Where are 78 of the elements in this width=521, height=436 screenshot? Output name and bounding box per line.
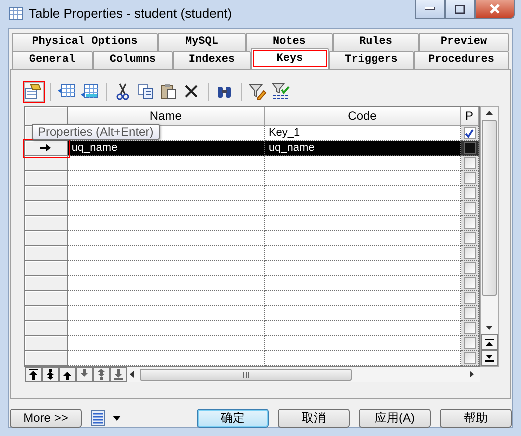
copy-button[interactable] <box>136 82 156 102</box>
tab[interactable]: Indexes <box>173 51 251 69</box>
scroll-to-bottom-icon[interactable] <box>485 354 494 362</box>
table-cell: uq_name <box>264 141 462 156</box>
arrow-icon <box>40 144 52 152</box>
window-title: Table Properties - student (student) <box>29 5 232 23</box>
primary-checkbox[interactable] <box>464 202 476 214</box>
tab[interactable]: General <box>12 51 93 69</box>
table-cell: uq_name <box>68 141 265 156</box>
tab[interactable]: Rules <box>333 33 419 51</box>
tab[interactable]: Physical Options <box>12 33 158 51</box>
dialog-button[interactable]: 确定 <box>197 408 269 428</box>
bottom-arrow-icon <box>113 369 124 380</box>
move-top-button[interactable] <box>25 367 42 382</box>
tooltip: Properties (Alt+Enter) <box>32 124 160 140</box>
scroll-to-top-icon[interactable] <box>485 338 494 346</box>
filter-edit-button[interactable] <box>248 82 268 102</box>
primary-checkbox[interactable] <box>464 277 476 289</box>
dialog-button[interactable]: 应用(A) <box>359 408 431 428</box>
primary-checkbox[interactable] <box>464 217 476 229</box>
table-icon <box>9 7 23 20</box>
paste-button[interactable] <box>159 82 179 102</box>
primary-checkbox[interactable] <box>464 262 476 274</box>
column-header: P <box>461 107 479 126</box>
tab[interactable]: Procedures <box>414 51 509 69</box>
more-button[interactable]: More >> <box>10 408 82 428</box>
tab[interactable]: Columns <box>93 51 173 69</box>
list-icon[interactable] <box>91 410 105 426</box>
primary-checkbox[interactable] <box>464 352 476 364</box>
close-icon <box>490 4 500 14</box>
primary-checkbox[interactable] <box>464 337 476 349</box>
copy-icon <box>137 83 155 101</box>
primary-checkbox[interactable] <box>464 292 476 304</box>
down-arrow-icon <box>79 369 90 380</box>
page-down-arrow-icon <box>96 369 107 380</box>
dialog-button[interactable]: 取消 <box>278 408 350 428</box>
scroll-up-arrow-icon[interactable] <box>486 111 493 115</box>
primary-checkbox[interactable] <box>464 247 476 259</box>
tab[interactable]: Triggers <box>329 51 414 69</box>
maximize-button[interactable] <box>445 0 475 19</box>
page-up-arrow-icon <box>45 369 56 380</box>
tab[interactable]: MySQL <box>158 33 246 51</box>
primary-checkbox[interactable] <box>464 322 476 334</box>
dropdown-caret-icon[interactable] <box>113 416 121 420</box>
scroll-left-arrow-icon[interactable] <box>130 371 134 378</box>
horizontal-scrollbar[interactable] <box>127 367 480 382</box>
clipboard-icon <box>160 83 178 101</box>
column-header: Name <box>68 107 265 126</box>
move-down-button[interactable] <box>76 367 93 382</box>
dialog-button[interactable]: 帮助 <box>440 408 512 428</box>
vertical-scrollbar[interactable] <box>480 106 499 367</box>
move-page-down-button[interactable] <box>93 367 110 382</box>
primary-checkbox[interactable] <box>464 157 476 169</box>
column-header: Code <box>264 107 462 126</box>
minimize-icon <box>425 7 435 11</box>
primary-checkbox[interactable] <box>464 187 476 199</box>
tab[interactable]: Preview <box>419 33 509 51</box>
filter-pencil-icon <box>249 83 267 101</box>
up-arrow-icon <box>62 369 73 380</box>
scroll-right-arrow-icon[interactable] <box>470 371 474 378</box>
primary-checkbox[interactable] <box>464 172 476 184</box>
scroll-down-arrow-icon[interactable] <box>486 326 493 330</box>
primary-checkbox[interactable] <box>464 307 476 319</box>
move-bottom-button[interactable] <box>110 367 127 382</box>
top-arrow-icon <box>28 369 39 380</box>
primary-checkbox[interactable] <box>464 127 476 139</box>
close-button[interactable] <box>475 0 515 19</box>
scissors-icon <box>114 83 132 101</box>
grip-icon <box>242 372 250 378</box>
primary-checkbox[interactable] <box>464 142 476 154</box>
filter-apply-button[interactable] <box>271 82 291 102</box>
primary-checkbox[interactable] <box>464 232 476 244</box>
maximize-icon <box>455 4 465 14</box>
move-page-up-button[interactable] <box>42 367 59 382</box>
minimize-button[interactable] <box>415 0 445 19</box>
add-row-icon <box>81 83 99 101</box>
filter-check-icon <box>272 83 290 101</box>
move-up-button[interactable] <box>59 367 76 382</box>
